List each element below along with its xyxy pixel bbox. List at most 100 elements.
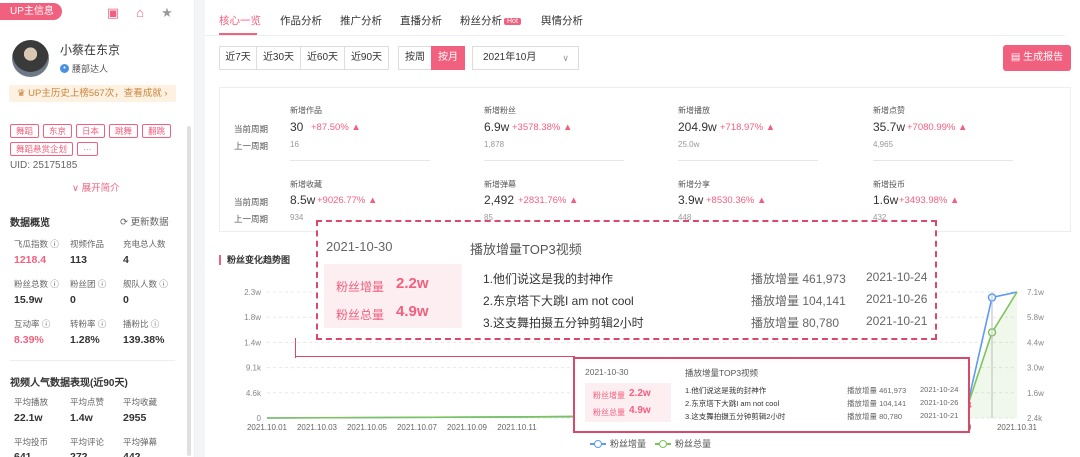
metric-value: 22.1w bbox=[14, 412, 43, 424]
avatar[interactable] bbox=[12, 40, 49, 77]
x-tick-label: 2021.10.07 bbox=[397, 423, 438, 432]
chevron-right-icon: › bbox=[164, 88, 168, 99]
legend-line-icon bbox=[655, 439, 671, 448]
stat-title: 新增粉丝 bbox=[484, 106, 516, 115]
metric-value: 2955 bbox=[123, 412, 147, 424]
tag[interactable]: 跳舞 bbox=[109, 124, 139, 138]
refresh-label: 更新数据 bbox=[130, 217, 169, 228]
by-month-button[interactable]: 按月 bbox=[431, 46, 465, 70]
by-week-button[interactable]: 按周 bbox=[398, 46, 432, 70]
home-icon[interactable]: ⌂ bbox=[133, 6, 147, 20]
metric-value: 4 bbox=[123, 254, 129, 266]
metric-value: 272 bbox=[70, 451, 88, 457]
chevron-down-icon: ∨ bbox=[562, 53, 569, 63]
current-period-label: 当前周期 bbox=[234, 197, 269, 207]
range-30d-button[interactable]: 近30天 bbox=[256, 46, 301, 70]
history-text: UP主历史上榜567次，查看成就 bbox=[28, 88, 162, 99]
y-right-tick-label: 3.0w bbox=[1027, 364, 1044, 373]
stat-title: 新增弹幕 bbox=[484, 180, 516, 189]
up-level: • 腰部达人 bbox=[60, 62, 108, 75]
stat-title: 新增投币 bbox=[873, 180, 905, 189]
metric-label: 转粉率 ⓘ bbox=[70, 319, 107, 329]
stat-value: 2,492 bbox=[484, 193, 515, 207]
stat-value: 6.9w bbox=[484, 120, 510, 134]
tooltip-date: 2021-10-30 bbox=[326, 239, 393, 254]
metric-value: 641 bbox=[14, 451, 32, 457]
top-video-plays: 播放增量 104,141 bbox=[751, 294, 846, 308]
tag[interactable]: 舞蹈悬赏企划 bbox=[10, 142, 74, 156]
more-tags-button[interactable]: ··· bbox=[77, 142, 98, 156]
stat-value: 8.5w bbox=[290, 193, 316, 207]
x-tick-label: 2021.10.31 bbox=[997, 423, 1038, 432]
legend-line-icon bbox=[590, 439, 606, 448]
calendar-icon[interactable]: ▣ bbox=[106, 6, 120, 20]
stat-title: 新增收藏 bbox=[290, 180, 322, 189]
tab-core-overview[interactable]: 核心一览 bbox=[219, 13, 261, 28]
top-video-date: 2021-10-21 bbox=[920, 411, 959, 420]
metric-value: 0 bbox=[70, 294, 76, 306]
range-7d-button[interactable]: 近7天 bbox=[219, 46, 257, 70]
metric-label: 充电总人数 bbox=[123, 239, 166, 249]
fans-total-label: 粉丝总量 bbox=[593, 408, 625, 417]
tab-promotion-analysis[interactable]: 推广分析 bbox=[340, 13, 382, 28]
y-right-tick-label: 1.6w bbox=[1027, 389, 1044, 398]
star-icon[interactable]: ★ bbox=[160, 6, 174, 20]
metric-value: 1218.4 bbox=[14, 254, 47, 266]
metric-value: 442 bbox=[123, 451, 141, 457]
up-name: 小蔡在东京 bbox=[60, 43, 121, 57]
y-right-tick-label: 7.1w bbox=[1027, 288, 1044, 297]
stat-value: 1.6w bbox=[873, 193, 899, 207]
sidebar-scrollbar[interactable] bbox=[187, 126, 191, 456]
y-left-tick-label: 1.4w bbox=[244, 338, 261, 347]
metric-value: 1.4w bbox=[70, 412, 93, 424]
month-select[interactable]: 2021年10月 ∨ bbox=[472, 46, 579, 70]
metric-label: 粉丝总数 ⓘ bbox=[14, 279, 59, 289]
legend-label: 粉丝增量 bbox=[610, 439, 647, 449]
fans-increase-value: 2.2w bbox=[396, 275, 429, 292]
top-video-plays: 播放增量 104,141 bbox=[847, 399, 907, 408]
up-info-tag: UP主信息 bbox=[0, 3, 62, 20]
y-right-tick-label: 5.8w bbox=[1027, 313, 1044, 322]
stat-value: 204.9w bbox=[678, 120, 717, 134]
tab-sentiment-analysis[interactable]: 舆情分析 bbox=[541, 13, 583, 28]
metric-label: 平均投币 bbox=[14, 437, 49, 447]
legend-label: 粉丝总量 bbox=[675, 439, 712, 449]
tab-bar: 核心一览 作品分析 推广分析 直播分析 粉丝分析 Hot 舆情分析 bbox=[205, 0, 1065, 36]
range-90d-button[interactable]: 近90天 bbox=[344, 46, 389, 70]
expand-intro-button[interactable]: ∨ 展开简介 bbox=[72, 180, 120, 194]
stat-change: +87.50% ▲ bbox=[311, 122, 361, 133]
metric-label: 飞瓜指数 ⓘ bbox=[14, 239, 59, 249]
top-video-title: 2.东京塔下大跳I am not cool bbox=[685, 399, 780, 408]
history-achievement-link[interactable]: ♛ UP主历史上榜567次，查看成就 › bbox=[9, 85, 176, 102]
metric-label: 平均评论 bbox=[70, 437, 105, 447]
overview-title: 数据概览 bbox=[10, 218, 50, 229]
tab-live-analysis[interactable]: 直播分析 bbox=[400, 13, 442, 28]
tag[interactable]: 舞蹈 bbox=[10, 124, 40, 138]
divider bbox=[10, 360, 175, 361]
y-right-tick-label: 2.4k bbox=[1027, 414, 1043, 423]
chart-title: 粉丝变化趋势图 bbox=[219, 255, 290, 265]
generate-report-button[interactable]: ▤ 生成报告 bbox=[1003, 45, 1071, 71]
x-tick-label: 2021.10.09 bbox=[447, 423, 488, 432]
video-section-title: 视频人气数据表现(近90天) bbox=[10, 378, 128, 389]
divider bbox=[484, 160, 624, 161]
stat-title: 新增点赞 bbox=[873, 106, 905, 115]
tag[interactable]: 日本 bbox=[76, 124, 106, 138]
legend-fans-total[interactable]: 粉丝总量 bbox=[655, 437, 711, 450]
tag[interactable]: 东京 bbox=[43, 124, 73, 138]
tab-fans-analysis[interactable]: 粉丝分析 Hot bbox=[460, 13, 521, 28]
callout-connector bbox=[295, 356, 575, 357]
stat-prev-value: 934 bbox=[290, 213, 304, 222]
report-label: 生成报告 bbox=[1023, 52, 1064, 63]
x-tick-label: 2021.10.05 bbox=[347, 423, 388, 432]
metric-label: 互动率 ⓘ bbox=[14, 319, 51, 329]
stat-title: 新增作品 bbox=[290, 106, 322, 115]
tag[interactable]: 翻跳 bbox=[142, 124, 172, 138]
refresh-icon: ⟳ bbox=[120, 217, 128, 228]
tab-works-analysis[interactable]: 作品分析 bbox=[280, 13, 322, 28]
range-60d-button[interactable]: 近60天 bbox=[300, 46, 345, 70]
month-value: 2021年10月 bbox=[483, 52, 537, 63]
refresh-data-button[interactable]: ⟳ 更新数据 bbox=[120, 214, 169, 228]
legend-fans-increase[interactable]: 粉丝增量 bbox=[590, 437, 646, 450]
fans-increase-value: 2.2w bbox=[629, 388, 651, 399]
